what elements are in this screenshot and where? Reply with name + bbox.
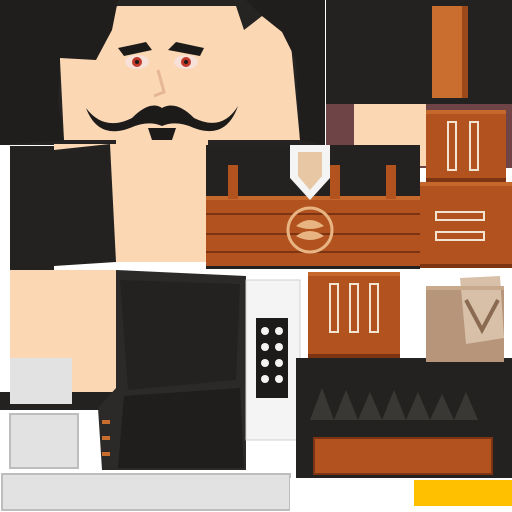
- belt-strap: [206, 196, 420, 266]
- white-patch-upper: [10, 358, 72, 404]
- torso-skin: [116, 140, 208, 262]
- belt-region: [206, 145, 420, 269]
- right-eye: [174, 55, 198, 69]
- boot-strap: [313, 437, 493, 475]
- belt-post-right: [386, 165, 396, 199]
- strap-center-small: [308, 272, 400, 358]
- coat-region: [98, 270, 246, 470]
- glove-region: [426, 276, 504, 362]
- white-strip-bottom: [1, 473, 291, 511]
- panel-region: [245, 279, 301, 441]
- boot-region: [290, 358, 512, 512]
- strap-right-top: [426, 110, 506, 182]
- button-grid-icon: [256, 318, 288, 398]
- belt-post-mid: [330, 165, 340, 199]
- left-eye: [125, 55, 149, 69]
- skin-texture-atlas: [0, 0, 512, 512]
- belt-post-left: [228, 165, 238, 199]
- strap-right-middle: [420, 182, 512, 268]
- white-patch-lower: [9, 413, 79, 469]
- hat-dark-block: [326, 0, 512, 104]
- hat-strap-shade: [462, 6, 468, 98]
- face-region: [0, 0, 325, 146]
- accent-yellow: [414, 480, 512, 506]
